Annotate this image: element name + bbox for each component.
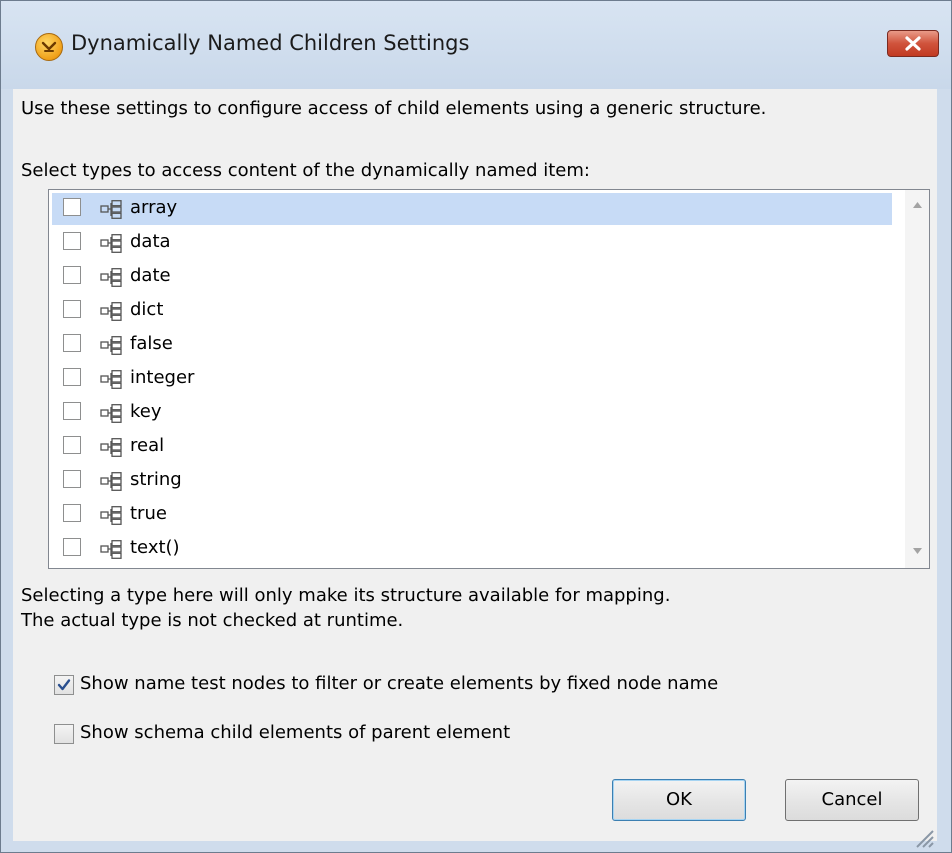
- list-item-label: dict: [130, 299, 164, 320]
- list-item[interactable]: dict: [52, 295, 892, 327]
- scroll-down-arrow-icon: [913, 548, 922, 554]
- list-item-checkbox[interactable]: [63, 232, 81, 250]
- show-name-test-checkbox[interactable]: [54, 675, 74, 695]
- element-tree-icon: [100, 404, 122, 423]
- list-item-label: false: [130, 333, 173, 354]
- cancel-button[interactable]: Cancel: [785, 779, 919, 821]
- title-bar[interactable]: Dynamically Named Children Settings: [1, 1, 951, 89]
- dialog-body: Use these settings to configure access o…: [13, 89, 937, 841]
- list-item[interactable]: real: [52, 431, 892, 463]
- ok-button[interactable]: OK: [612, 779, 746, 821]
- list-item[interactable]: false: [52, 329, 892, 361]
- resize-grip-icon[interactable]: [909, 823, 935, 849]
- list-item-checkbox[interactable]: [63, 436, 81, 454]
- list-item-checkbox[interactable]: [63, 198, 81, 216]
- list-item-label: key: [130, 401, 162, 422]
- types-list-label: Select types to access content of the dy…: [21, 160, 590, 181]
- element-tree-icon: [100, 472, 122, 491]
- list-item-checkbox[interactable]: [63, 334, 81, 352]
- checkmark-icon: [57, 679, 71, 691]
- element-tree-icon: [100, 540, 122, 559]
- element-tree-icon: [100, 506, 122, 525]
- show-schema-children-label[interactable]: Show schema child elements of parent ele…: [80, 722, 510, 743]
- app-logo-icon: [35, 33, 63, 61]
- element-tree-icon: [100, 234, 122, 253]
- list-item-checkbox[interactable]: [63, 368, 81, 386]
- close-icon: [905, 36, 921, 51]
- close-button[interactable]: [887, 30, 939, 57]
- info-text-line-2: The actual type is not checked at runtim…: [21, 610, 404, 631]
- list-item-label: date: [130, 265, 171, 286]
- list-item[interactable]: array: [52, 193, 892, 225]
- list-item-label: text(): [130, 537, 180, 558]
- settings-dialog: Dynamically Named Children Settings Use …: [0, 0, 952, 853]
- list-item[interactable]: date: [52, 261, 892, 293]
- element-tree-icon: [100, 268, 122, 287]
- list-item-label: true: [130, 503, 167, 524]
- element-tree-icon: [100, 336, 122, 355]
- list-item-label: integer: [130, 367, 195, 388]
- list-item-label: string: [130, 469, 182, 490]
- list-item-checkbox[interactable]: [63, 300, 81, 318]
- types-listbox[interactable]: array data date dict false integer key real stri…: [48, 189, 930, 569]
- element-tree-icon: [100, 200, 122, 219]
- dialog-description: Use these settings to configure access o…: [21, 98, 767, 119]
- element-tree-icon: [100, 302, 122, 321]
- list-item-checkbox[interactable]: [63, 266, 81, 284]
- list-item-label: data: [130, 231, 171, 252]
- list-item[interactable]: string: [52, 465, 892, 497]
- show-schema-children-checkbox[interactable]: [54, 724, 74, 744]
- list-item[interactable]: data: [52, 227, 892, 259]
- scroll-up-button[interactable]: [905, 194, 929, 218]
- vertical-scrollbar[interactable]: [905, 190, 929, 568]
- list-item-checkbox[interactable]: [63, 470, 81, 488]
- list-item[interactable]: text(): [52, 533, 892, 565]
- dialog-title: Dynamically Named Children Settings: [71, 31, 470, 55]
- show-name-test-label[interactable]: Show name test nodes to filter or create…: [80, 673, 718, 694]
- list-item-checkbox[interactable]: [63, 504, 81, 522]
- scroll-down-button[interactable]: [905, 540, 929, 564]
- list-item-label: real: [130, 435, 165, 456]
- list-item-checkbox[interactable]: [63, 538, 81, 556]
- scroll-up-arrow-icon: [913, 202, 922, 208]
- element-tree-icon: [100, 438, 122, 457]
- info-text-line-1: Selecting a type here will only make its…: [21, 585, 671, 606]
- list-item[interactable]: key: [52, 397, 892, 429]
- element-tree-icon: [100, 370, 122, 389]
- list-item-label: array: [130, 197, 178, 218]
- list-item[interactable]: integer: [52, 363, 892, 395]
- list-item[interactable]: true: [52, 499, 892, 531]
- list-item-checkbox[interactable]: [63, 402, 81, 420]
